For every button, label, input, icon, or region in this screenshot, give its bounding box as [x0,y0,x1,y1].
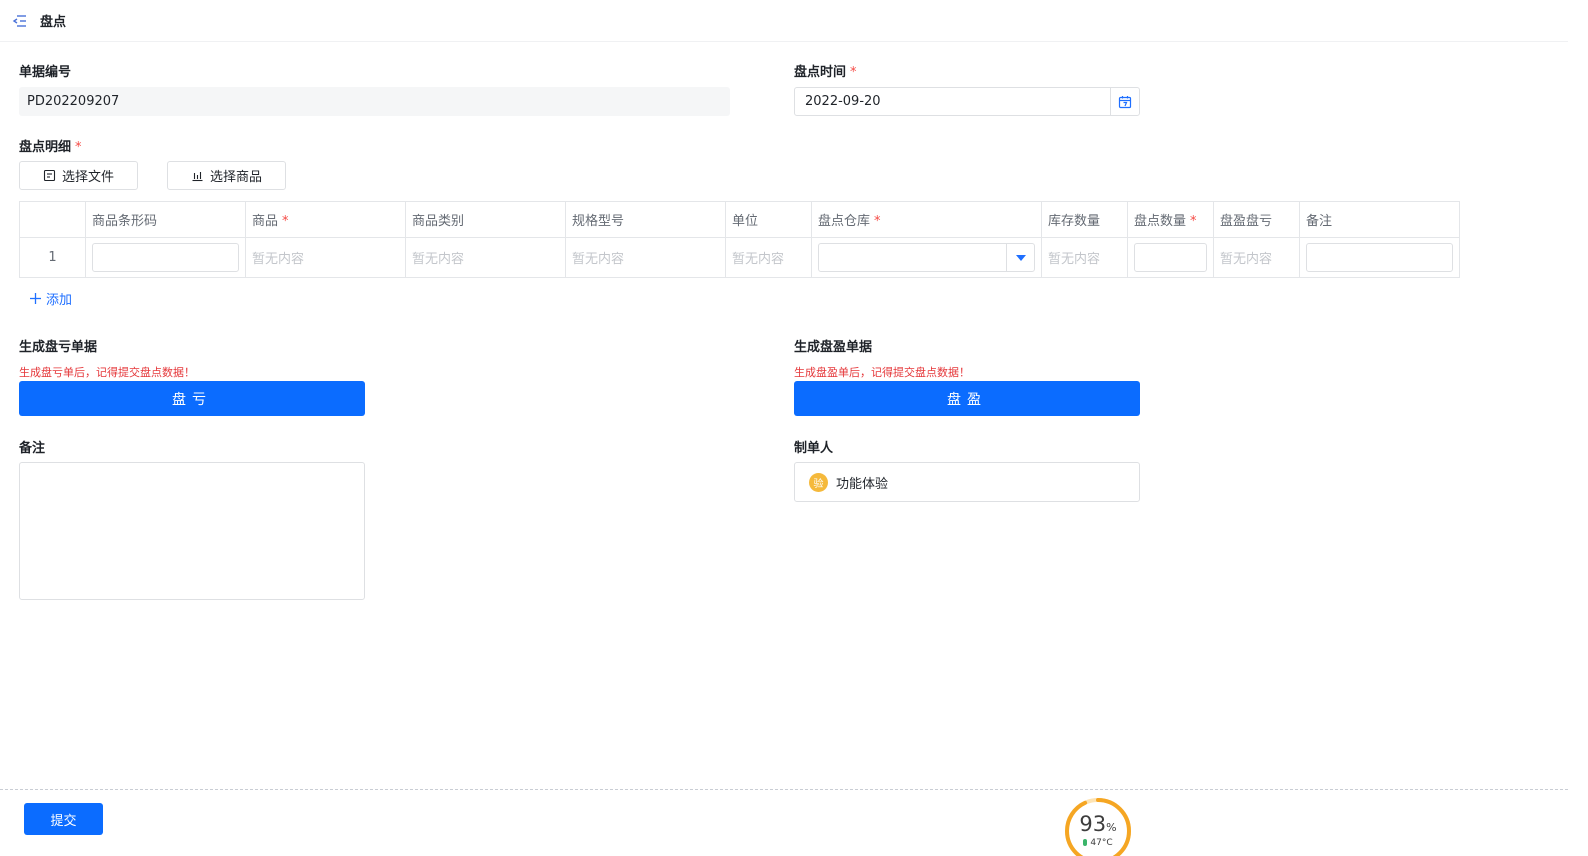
col-goods: 商品 * [245,201,406,238]
table-header-row: 商品条形码 商品 * 商品类别 规格型号 单位 盘点仓库 * 库存数量 盘点数量 * … [19,201,1460,238]
gain-button[interactable]: 盘盈 [794,381,1140,416]
select-file-label: 选择文件 [61,170,114,185]
gauge-temperature: 47°C [1063,838,1133,848]
bar-chart-icon [192,172,203,182]
unit-cell: 暂无内容 [725,237,812,278]
caret-down-icon[interactable] [1006,244,1034,271]
col-unit: 单位 [725,201,812,238]
stock-qty-cell: 暂无内容 [1041,237,1128,278]
select-file-button[interactable]: 选择文件 [19,161,138,190]
row-index: 1 [19,237,86,278]
category-cell: 暂无内容 [405,237,566,278]
add-row-label: 添加 [46,293,73,308]
add-row-button[interactable]: 添加 [29,289,72,308]
col-barcode: 商品条形码 [85,201,246,238]
top-bar: 盘点 [0,0,1568,42]
barcode-input[interactable] [92,243,239,272]
performance-gauge[interactable]: 93% 47°C [1063,796,1133,856]
detail-label: 盘点明细 * [19,140,82,155]
remark-input[interactable] [1306,243,1453,272]
gauge-percent: 93% [1079,812,1117,836]
thermometer-icon [1083,839,1088,846]
col-index [19,201,86,238]
avatar: 验 [809,472,828,492]
required-mark: * [75,140,82,155]
col-spec: 规格型号 [565,201,726,238]
footer-divider [0,789,1568,790]
remark-label: 备注 [19,441,46,456]
scrollbar[interactable] [1568,0,1588,856]
col-category: 商品类别 [405,201,566,238]
creator-field[interactable]: 验 功能体验 [794,462,1140,502]
doc-no-field: PD202209207 [19,87,730,116]
page-title: 盘点 [40,15,67,30]
required-mark: * [850,65,857,80]
col-stock-qty: 库存数量 [1041,201,1128,238]
col-gain-loss: 盘盈盘亏 [1213,201,1300,238]
select-goods-label: 选择商品 [209,170,262,185]
loss-button[interactable]: 盘亏 [19,381,365,416]
table-row: 1 暂无内容 暂无内容 暂无内容 暂无内容 暂无内容 暂无内容 [19,237,1460,278]
col-warehouse: 盘点仓库 * [811,201,1042,238]
select-goods-button[interactable]: 选择商品 [167,161,286,190]
detail-table: 商品条形码 商品 * 商品类别 规格型号 单位 盘点仓库 * 库存数量 盘点数量 * … [19,201,1460,278]
loss-label: 生成盘亏单据 [19,340,98,355]
warehouse-select[interactable] [818,243,1035,272]
count-qty-input[interactable] [1134,243,1207,272]
gain-loss-cell: 暂无内容 [1213,237,1300,278]
loss-warning: 生成盘亏单后，记得提交盘点数据！ [19,366,195,379]
gain-warning: 生成盘盈单后，记得提交盘点数据！ [794,366,970,379]
doc-time-field[interactable]: 2022-09-20 [794,87,1140,116]
spec-cell: 暂无内容 [565,237,726,278]
creator-label: 制单人 [794,441,834,456]
col-count-qty: 盘点数量 * [1127,201,1214,238]
remark-textarea[interactable] [19,462,365,600]
col-remark: 备注 [1299,201,1460,238]
doc-time-value: 2022-09-20 [805,94,881,109]
gain-label: 生成盘盈单据 [794,340,873,355]
doc-no-label: 单据编号 [19,65,72,80]
plus-icon [30,293,41,304]
menu-fold-icon[interactable] [12,13,28,29]
submit-button[interactable]: 提交 [24,803,103,835]
file-icon [43,169,56,182]
goods-cell: 暂无内容 [245,237,406,278]
calendar-icon[interactable] [1110,88,1139,115]
creator-name: 功能体验 [836,476,889,492]
doc-time-label: 盘点时间 * [794,65,857,80]
